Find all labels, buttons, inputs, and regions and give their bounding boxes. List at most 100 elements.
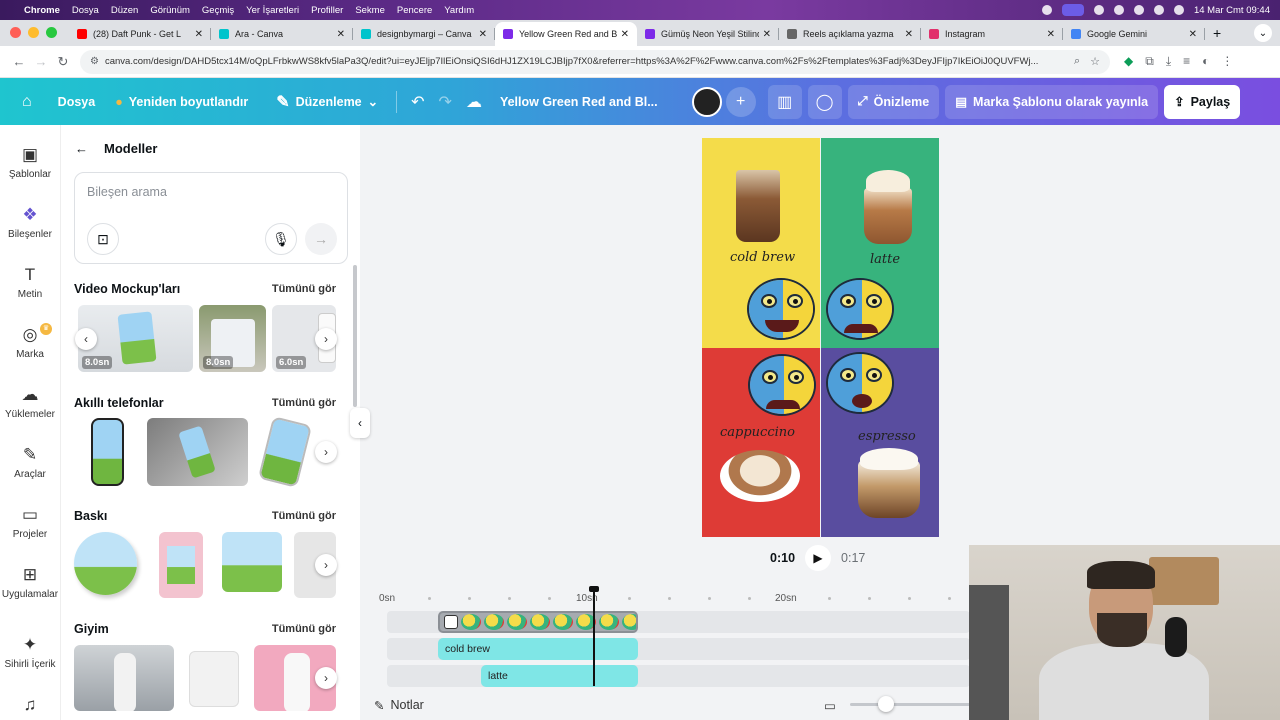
text-clip-latte[interactable]: latte [481,665,638,687]
video-mockup-thumb[interactable]: 8.0sn [199,305,266,372]
smartphone-tilted-mockup[interactable] [257,416,313,488]
carousel-next-icon[interactable]: › [315,554,337,576]
rail-item-projeler[interactable]: ▭ Projeler [0,505,60,540]
forward-icon[interactable]: → [30,54,52,69]
apparel-model-mockup[interactable] [74,645,174,711]
menu-profiles[interactable]: Profiller [311,5,343,16]
menubar-clock[interactable]: 14 Mar Cmt 09:44 [1194,5,1270,16]
extensions-puzzle-icon[interactable]: ⧉ [1145,54,1154,69]
design-label-cold-brew[interactable]: cold brew [730,250,795,265]
smartphone-mockup[interactable] [91,418,124,486]
menu-tab[interactable]: Sekme [355,5,385,16]
undo-icon[interactable]: ↶ [411,92,424,112]
close-tab-icon[interactable]: ✕ [1047,29,1055,40]
download-icon[interactable]: ⤓ [1166,54,1171,69]
zoom-slider-track[interactable] [850,703,970,706]
browser-tab[interactable]: Google Gemini ✕ [1063,22,1205,46]
collapse-panel-button[interactable]: ‹ [350,408,370,438]
rail-item-şablonlar[interactable]: ▣ Şablonlar [0,145,60,180]
site-info-icon[interactable]: ⚙ [90,56,99,67]
browser-tab[interactable]: Ara - Canva ✕ [211,22,353,46]
reload-icon[interactable]: ↻ [52,54,74,70]
rail-item-music-icon[interactable]: ♫ [0,695,60,719]
resize-button[interactable]: ● Yeniden boyutlandır [105,85,258,119]
timeline-playhead[interactable] [589,586,599,686]
cold-brew-cup-image[interactable] [736,170,780,242]
rail-item-bileşenler[interactable]: ❖ Bileşenler [0,205,60,240]
print-poster-mockup[interactable] [222,532,282,592]
notes-button[interactable]: Notlar [390,698,423,712]
close-window-icon[interactable] [10,27,21,38]
image-search-icon[interactable]: ⊡ [87,223,119,255]
extension-icon[interactable]: ◆ [1124,54,1133,69]
apparel-tshirt-mockup[interactable] [181,645,246,711]
new-tab-icon[interactable]: + [1205,25,1229,46]
chrome-menu-icon[interactable]: ⋮ [1221,54,1233,69]
close-tab-icon[interactable]: ✕ [337,29,345,40]
insights-chart-icon[interactable]: ▥ [767,84,802,119]
design-canvas[interactable]: cold brew latte cappuccino espresso [702,138,939,537]
zoom-slider-handle[interactable] [878,696,894,712]
menu-help[interactable]: Yardım [444,5,474,16]
tab-search-icon[interactable]: ⌄ [1254,24,1272,42]
redo-icon[interactable]: ↷ [439,92,452,112]
profile-icon[interactable]: ◐ [1202,54,1209,69]
print-card-mockup[interactable] [159,532,203,598]
rail-item-yüklemeler[interactable]: ☁ Yüklemeler [0,385,60,420]
close-tab-icon[interactable]: ✕ [195,29,203,40]
menu-view[interactable]: Görünüm [150,5,190,16]
see-all-video-mockups[interactable]: Tümünü gör [272,283,336,295]
close-tab-icon[interactable]: ✕ [1189,29,1197,40]
spotlight-icon[interactable] [1153,5,1164,15]
see-all-print[interactable]: Tümünü gör [272,510,336,522]
rail-item-araçlar[interactable]: ✎ Araçlar [0,445,60,480]
bookmark-star-icon[interactable]: ☆ [1090,55,1100,68]
carousel-prev-icon[interactable]: ‹ [75,328,97,350]
brand-template-button[interactable]: ▤ Marka Şablonu olarak yayınla [945,84,1159,119]
menu-bookmarks[interactable]: Yer İşaretleri [246,5,299,16]
menu-app-name[interactable]: Chrome [24,5,60,16]
minimize-window-icon[interactable] [28,27,39,38]
file-menu-button[interactable]: Dosya [48,85,106,119]
menu-file[interactable]: Dosya [72,5,99,16]
browser-tab[interactable]: Yellow Green Red and Blu ✕ [495,22,637,46]
rail-item-marka[interactable]: ◎ Marka ♛ [0,323,60,360]
carousel-next-icon[interactable]: › [315,667,337,689]
menu-history[interactable]: Geçmiş [202,5,234,16]
menu-window[interactable]: Pencere [397,5,432,16]
wifi-icon[interactable] [1133,5,1144,15]
document-title[interactable]: Yellow Green Red and Bl... [500,95,658,109]
reading-list-icon[interactable]: ≡ [1183,54,1190,69]
shocked-face-sticker[interactable] [826,352,894,414]
status-icon[interactable] [1041,5,1052,15]
timeline-track-text-2[interactable] [387,665,970,687]
smartphone-photo-mockup[interactable] [147,418,248,486]
battery-icon[interactable] [1113,5,1124,15]
carousel-next-icon[interactable]: › [315,328,337,350]
browser-tab[interactable]: (28) Daft Punk - Get L ✕ [69,22,211,46]
back-arrow-icon[interactable]: ← [75,141,88,156]
crying-face-sticker[interactable] [826,278,894,340]
submit-arrow-icon[interactable]: → [305,223,337,255]
comment-icon[interactable]: ◯ [807,84,842,119]
see-all-apparel[interactable]: Tümünü gör [272,623,336,635]
rail-item-sihirli-i̇çerik[interactable]: ✦ Sihirli İçerik [0,635,60,670]
control-icon[interactable] [1093,5,1104,15]
browser-tab[interactable]: Gümüş Neon Yeşil Stilind ✕ [637,22,779,46]
grid-view-icon[interactable]: ▭ [824,698,836,713]
play-button[interactable]: ▶ [805,545,832,571]
url-text[interactable]: canva.com/design/DAHD5tcx14M/oQpLFrbkwWS… [105,56,1064,67]
maximize-window-icon[interactable] [46,27,57,38]
laughing-face-sticker[interactable] [747,278,815,340]
close-tab-icon[interactable]: ✕ [763,29,771,40]
cappuccino-cup-image[interactable] [720,450,800,502]
close-tab-icon[interactable]: ✕ [621,29,629,40]
design-label-cappuccino[interactable]: cappuccino [720,425,795,440]
print-sticker-mockup[interactable] [74,532,137,595]
carousel-next-icon[interactable]: › [315,441,337,463]
video-clip[interactable] [438,611,638,633]
panel-scrollbar[interactable] [353,265,357,407]
design-label-espresso[interactable]: espresso [858,429,916,444]
close-tab-icon[interactable]: ✕ [905,29,913,40]
edit-mode-button[interactable]: ✎ Düzenleme ⌄ [266,85,388,119]
